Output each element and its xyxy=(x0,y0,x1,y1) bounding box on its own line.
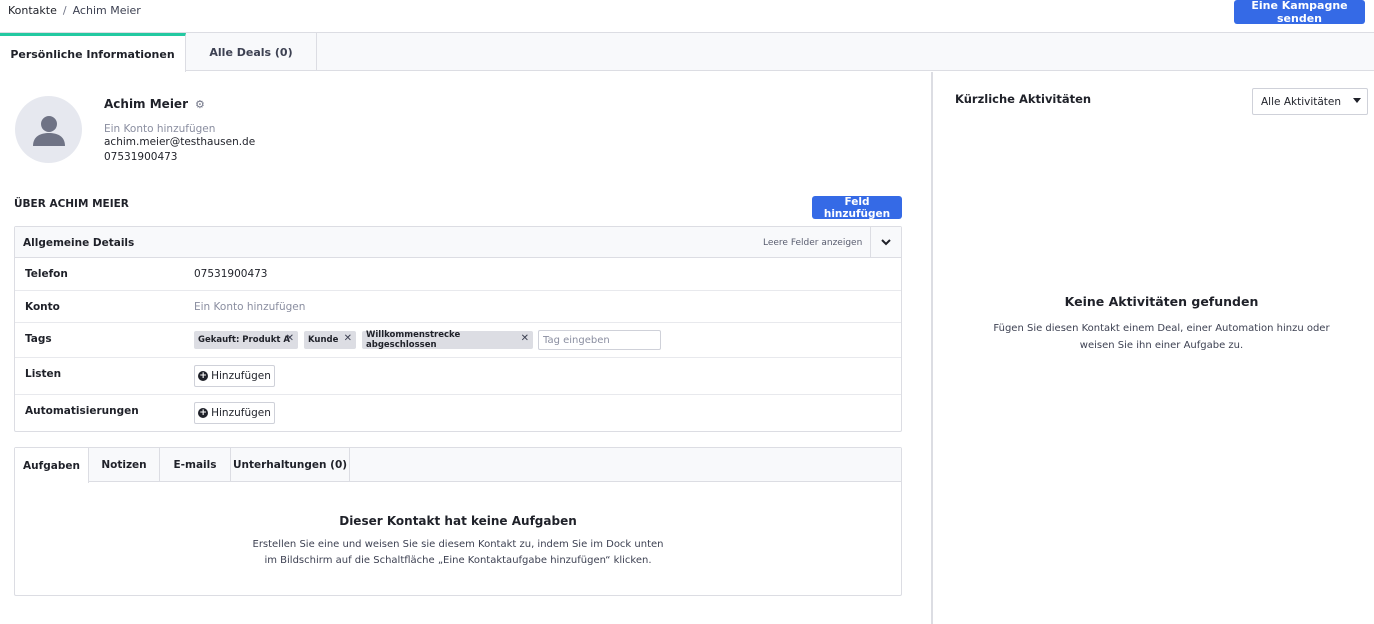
tasks-panel: Aufgaben Notizen E-mails Unterhaltungen … xyxy=(14,447,902,596)
tag-label: Gekauft: Produkt A xyxy=(198,335,290,345)
tag-label: Willkommenstrecke abgeschlossen xyxy=(366,330,461,350)
close-icon[interactable]: ✕ xyxy=(286,333,294,344)
tasks-tabs: Aufgaben Notizen E-mails Unterhaltungen … xyxy=(15,448,901,483)
tab-emails[interactable]: E-mails xyxy=(160,448,231,482)
top-bar: Kontakte / Achim Meier Eine Kampagne sende… xyxy=(0,0,1374,33)
show-empty-fields-link[interactable]: Leere Felder anzeigen xyxy=(763,238,862,248)
tag-chip: Willkommenstrecke abgeschlossen ✕ xyxy=(362,330,533,350)
tag-input[interactable] xyxy=(538,330,661,350)
add-automation-button[interactable]: + Hinzufügen xyxy=(194,402,275,424)
add-automation-label: Hinzufügen xyxy=(211,407,271,419)
detail-row-phone: Telefon 07531900473 xyxy=(15,258,901,291)
gear-icon[interactable]: ⚙ xyxy=(195,98,205,111)
detail-label-phone: Telefon xyxy=(25,268,68,280)
add-account-link[interactable]: Ein Konto hinzufügen xyxy=(104,123,215,135)
breadcrumb-current: Achim Meier xyxy=(72,4,141,17)
empty-tasks-title: Dieser Kontakt hat keine Aufgaben xyxy=(339,514,577,528)
caret-down-icon xyxy=(1353,98,1361,103)
general-details-panel: Allgemeine Details Leere Felder anzeigen… xyxy=(14,226,902,432)
detail-row-listen: Listen + Hinzufügen xyxy=(15,358,901,395)
avatar-person-icon xyxy=(32,115,65,146)
tab-aufgaben[interactable]: Aufgaben xyxy=(15,448,89,483)
collapse-toggle[interactable] xyxy=(870,227,901,258)
contact-name-row: Achim Meier ⚙ xyxy=(104,97,205,111)
breadcrumb-separator: / xyxy=(62,4,67,17)
contact-name: Achim Meier xyxy=(104,97,188,111)
tab-personal-info[interactable]: Persönliche Informationen xyxy=(0,33,186,72)
close-icon[interactable]: ✕ xyxy=(344,333,352,344)
column-divider xyxy=(931,72,933,624)
details-header: Allgemeine Details Leere Felder anzeigen xyxy=(15,227,901,258)
about-title: ÜBER ACHIM MEIER xyxy=(14,198,129,210)
detail-label-automations: Automatisierungen xyxy=(25,405,139,417)
tag-chip: Kunde ✕ xyxy=(304,331,356,349)
activity-filter-value: Alle Aktivitäten xyxy=(1261,95,1342,108)
detail-label-tags: Tags xyxy=(25,333,52,345)
detail-label-konto: Konto xyxy=(25,301,60,313)
empty-tasks-text: Erstellen Sie eine und weisen Sie sie di… xyxy=(252,539,664,566)
activity-filter-select[interactable]: Alle Aktivitäten xyxy=(1252,88,1368,115)
avatar[interactable] xyxy=(15,96,82,163)
breadcrumb: Kontakte / Achim Meier xyxy=(8,4,141,17)
details-title: Allgemeine Details xyxy=(23,237,135,249)
tag-chip: Gekauft: Produkt A ✕ xyxy=(194,331,298,349)
no-activity-title: Keine Aktivitäten gefunden xyxy=(1064,294,1259,309)
add-list-button[interactable]: + Hinzufügen xyxy=(194,365,275,387)
detail-label-listen: Listen xyxy=(25,368,62,380)
tab-unterhaltungen[interactable]: Unterhaltungen (0) xyxy=(231,448,350,482)
plus-circle-icon: + xyxy=(198,408,209,418)
chevron-down-icon xyxy=(881,239,891,246)
detail-value-phone[interactable]: 07531900473 xyxy=(194,268,268,280)
add-field-button[interactable]: Feld hinzufügen xyxy=(812,196,902,220)
close-icon[interactable]: ✕ xyxy=(521,333,529,344)
no-activity-text: Fügen Sie diesen Kontakt einem Deal, ein… xyxy=(993,323,1330,351)
tag-label: Kunde xyxy=(308,335,339,345)
contact-email[interactable]: achim.meier@testhausen.de xyxy=(104,136,255,148)
main-tabs: Persönliche Informationen Alle Deals (0) xyxy=(0,33,1374,72)
tab-notizen[interactable]: Notizen xyxy=(89,448,160,482)
add-list-label: Hinzufügen xyxy=(211,370,271,382)
send-campaign-button[interactable]: Eine Kampagne senden xyxy=(1234,0,1365,25)
tab-all-deals[interactable]: Alle Deals (0) xyxy=(186,33,317,71)
detail-value-konto[interactable]: Ein Konto hinzufügen xyxy=(194,301,305,313)
detail-row-konto: Konto Ein Konto hinzufügen xyxy=(15,291,901,323)
contact-phone[interactable]: 07531900473 xyxy=(104,151,178,163)
detail-row-automations: Automatisierungen + Hinzufügen xyxy=(15,395,901,431)
plus-circle-icon: + xyxy=(198,371,209,381)
detail-row-tags: Tags Gekauft: Produkt A ✕ Kunde ✕ Willko… xyxy=(15,323,901,358)
recent-activities-title: Kürzliche Aktivitäten xyxy=(955,92,1092,106)
breadcrumb-root[interactable]: Kontakte xyxy=(8,4,57,17)
